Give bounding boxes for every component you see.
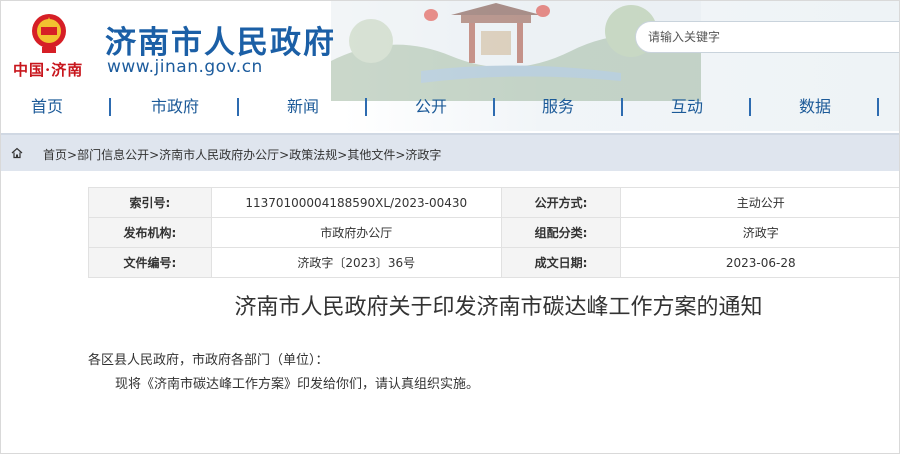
nav-item-interaction[interactable]: 互动 <box>663 87 711 127</box>
breadcrumb-separator: > <box>337 148 348 162</box>
info-label-disclosure: 公开方式: <box>500 187 622 218</box>
breadcrumb-link[interactable]: 其他文件 <box>347 148 395 162</box>
search-box <box>635 21 899 53</box>
breadcrumb-link[interactable]: 济南市人民政府办公厅 <box>159 148 279 162</box>
table-row: 文件编号: 济政字〔2023〕36号 成文日期: 2023-06-28 <box>88 247 899 278</box>
nav-item-news[interactable]: 新闻 <box>279 87 327 127</box>
info-label-category: 组配分类: <box>500 217 622 248</box>
nav-separator <box>877 98 879 116</box>
site-title[interactable]: 济南市人民政府 <box>105 17 336 62</box>
breadcrumb-trail: 首页>部门信息公开>济南市人民政府办公厅>政策法规>其他文件>济政字 <box>43 146 441 163</box>
nav-separator <box>621 98 623 116</box>
nav-item-government[interactable]: 市政府 <box>141 87 209 127</box>
breadcrumb-separator: > <box>67 148 78 162</box>
nav-separator <box>237 98 239 116</box>
nav-separator <box>493 98 495 116</box>
nav-separator <box>365 98 367 116</box>
national-emblem-icon <box>32 14 66 53</box>
info-value-disclosure: 主动公开 <box>620 187 899 218</box>
main-nav: 首页 市政府 新闻 公开 服务 互动 数据 <box>1 87 899 127</box>
nav-item-public[interactable]: 公开 <box>407 87 455 127</box>
site-url[interactable]: www.jinan.gov.cn <box>107 57 263 77</box>
info-label-date: 成文日期: <box>500 247 622 278</box>
nav-separator <box>109 98 111 116</box>
info-label-doc-number: 文件编号: <box>88 247 212 278</box>
breadcrumb-separator: > <box>395 148 406 162</box>
document-title: 济南市人民政府关于印发济南市碳达峰工作方案的通知 <box>234 295 763 320</box>
breadcrumb-link[interactable]: 部门信息公开 <box>77 148 149 162</box>
info-value-date: 2023-06-28 <box>620 247 899 278</box>
info-label-index: 索引号: <box>88 187 212 218</box>
document-info-table: 索引号: 11370100004188590XL/2023-00430 公开方式… <box>88 187 899 278</box>
table-row: 发布机构: 市政府办公厅 组配分类: 济政字 <box>88 217 899 248</box>
info-value-doc-number: 济政字〔2023〕36号 <box>210 247 502 278</box>
page-frame: 中国·济南 济南市人民政府 www.jinan.gov.cn 首页 市政府 新闻… <box>0 0 900 454</box>
nav-separator <box>749 98 751 116</box>
home-icon[interactable] <box>11 147 23 159</box>
breadcrumb-separator: > <box>149 148 160 162</box>
breadcrumb-link[interactable]: 政策法规 <box>289 148 337 162</box>
breadcrumb-link[interactable]: 首页 <box>43 148 67 162</box>
info-label-publisher: 发布机构: <box>88 217 212 248</box>
info-value-index: 11370100004188590XL/2023-00430 <box>210 187 502 218</box>
document-body: 现将《济南市碳达峰工作方案》印发给你们，请认真组织实施。 <box>115 377 480 392</box>
nav-item-service[interactable]: 服务 <box>534 87 582 127</box>
info-value-category: 济政字 <box>620 217 899 248</box>
breadcrumb: 首页>部门信息公开>济南市人民政府办公厅>政策法规>其他文件>济政字 <box>1 133 899 171</box>
info-value-publisher: 市政府办公厅 <box>210 217 502 248</box>
breadcrumb-link[interactable]: 济政字 <box>405 148 441 162</box>
city-logo-text: 中国·济南 <box>13 61 84 79</box>
breadcrumb-separator: > <box>279 148 290 162</box>
site-header: 中国·济南 济南市人民政府 www.jinan.gov.cn 首页 市政府 新闻… <box>1 1 899 131</box>
document-salutation: 各区县人民政府，市政府各部门（单位）： <box>88 353 329 368</box>
nav-item-data[interactable]: 数据 <box>791 87 839 127</box>
nav-item-home[interactable]: 首页 <box>23 87 71 127</box>
table-row: 索引号: 11370100004188590XL/2023-00430 公开方式… <box>88 187 899 218</box>
search-input[interactable] <box>636 22 876 52</box>
